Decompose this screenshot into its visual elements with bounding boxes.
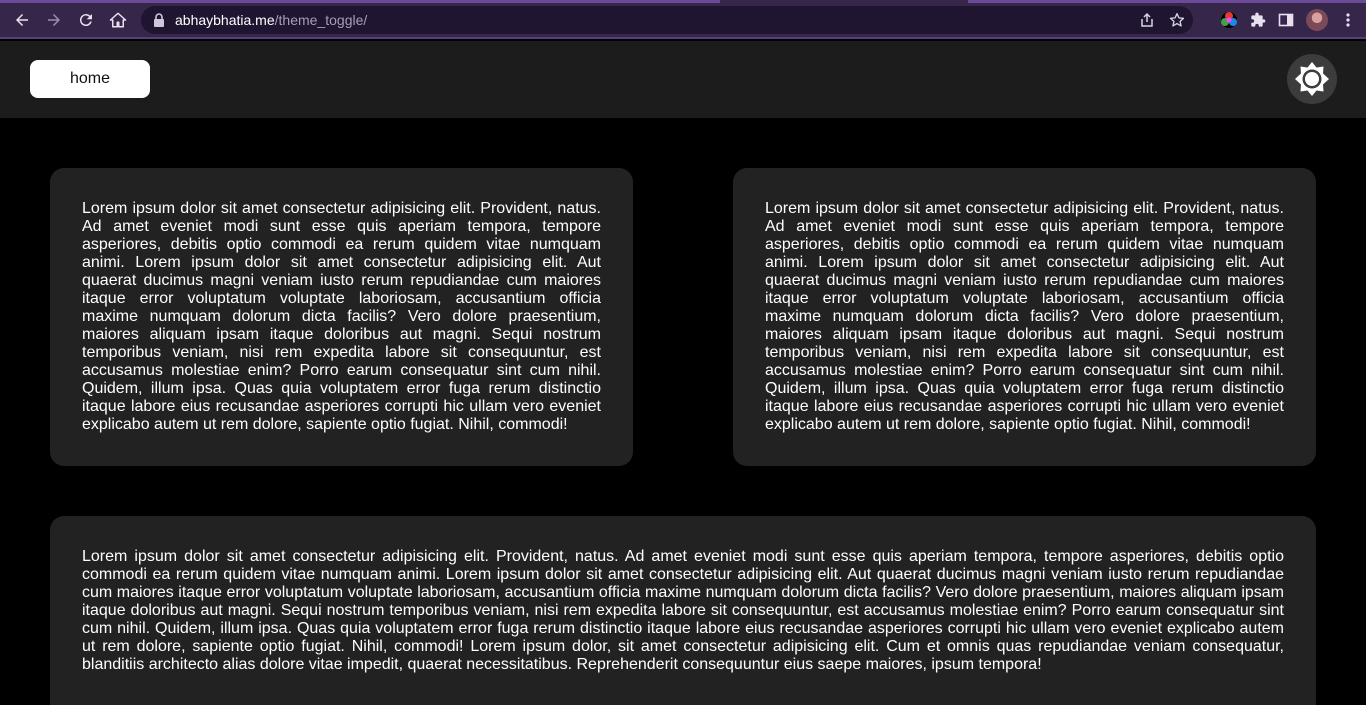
back-arrow-icon[interactable] [6,4,38,36]
tab-strip [968,0,1366,3]
sun-icon [1295,62,1329,96]
reload-icon[interactable] [70,4,102,36]
lock-icon[interactable] [153,13,165,27]
page-header: home [0,41,1366,118]
content-card-left: Lorem ipsum dolor sit amet consectetur a… [50,168,633,466]
content-card-right: Lorem ipsum dolor sit amet consectetur a… [733,168,1316,466]
color-extension-icon[interactable] [1220,11,1238,29]
side-panel-icon[interactable] [1278,12,1294,28]
more-vert-icon[interactable] [1340,12,1356,28]
card-text: Lorem ipsum dolor sit amet consectetur a… [82,200,601,433]
url-host: abhaybhatia.me [175,12,275,28]
theme-toggle-button[interactable] [1287,54,1337,104]
home-icon[interactable] [102,4,134,36]
star-icon[interactable] [1169,12,1185,28]
url-path: /theme_toggle/ [274,12,368,28]
card-text: Lorem ipsum dolor sit amet consectetur a… [765,200,1284,433]
card-text: Lorem ipsum dolor sit amet consectetur a… [82,548,1284,673]
puzzle-icon[interactable] [1250,12,1266,28]
browser-toolbar: abhaybhatia.me/theme_toggle/ [0,0,1366,39]
forward-arrow-icon[interactable] [38,4,70,36]
avatar[interactable] [1306,9,1328,31]
tab-strip [0,0,720,3]
home-button[interactable]: home [30,60,150,98]
content-card-wide: Lorem ipsum dolor sit amet consectetur a… [50,516,1316,705]
share-icon[interactable] [1139,12,1155,28]
address-bar[interactable]: abhaybhatia.me/theme_toggle/ [141,6,1193,34]
